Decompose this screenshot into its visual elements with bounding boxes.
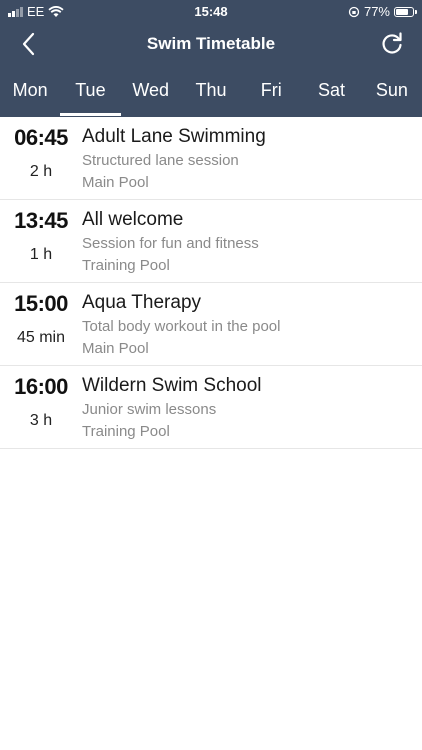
session-info: Adult Lane Swimming Structured lane sess… xyxy=(82,117,422,199)
tab-wed[interactable]: Wed xyxy=(121,66,181,116)
session-duration: 45 min xyxy=(16,329,66,346)
session-pool: Training Pool xyxy=(82,257,170,274)
session-info: All welcome Session for fun and fitness … xyxy=(82,200,422,282)
tab-fri[interactable]: Fri xyxy=(241,66,301,116)
session-row[interactable]: 16:00 3 h Wildern Swim School Junior swi… xyxy=(0,366,422,449)
session-description: Total body workout in the pool xyxy=(82,318,281,335)
tab-sun[interactable]: Sun xyxy=(362,66,422,116)
session-time: 13:45 xyxy=(14,208,68,233)
tab-thu[interactable]: Thu xyxy=(181,66,241,116)
session-description: Structured lane session xyxy=(82,152,239,169)
session-info: Wildern Swim School Junior swim lessons … xyxy=(82,366,422,448)
session-description: Junior swim lessons xyxy=(82,401,217,418)
session-name: Adult Lane Swimming xyxy=(82,126,266,147)
battery-icon xyxy=(394,6,417,17)
page-title: Swim Timetable xyxy=(146,34,276,53)
session-info: Aqua Therapy Total body workout in the p… xyxy=(82,283,422,365)
session-time: 06:45 xyxy=(14,125,68,150)
session-pool: Main Pool xyxy=(82,174,149,191)
status-right: 77% xyxy=(348,4,417,19)
session-time: 16:00 xyxy=(14,374,68,399)
session-time-column: 06:45 2 h xyxy=(0,117,82,199)
session-time: 15:00 xyxy=(14,291,68,316)
session-description: Session for fun and fitness xyxy=(82,235,259,252)
session-pool: Main Pool xyxy=(82,340,149,357)
session-row[interactable]: 13:45 1 h All welcome Session for fun an… xyxy=(0,200,422,283)
session-row[interactable]: 06:45 2 h Adult Lane Swimming Structured… xyxy=(0,117,422,200)
session-row[interactable]: 15:00 45 min Aqua Therapy Total body wor… xyxy=(0,283,422,366)
tab-tue[interactable]: Tue xyxy=(60,66,121,116)
session-list: 06:45 2 h Adult Lane Swimming Structured… xyxy=(0,117,422,449)
status-bar: EE 15:48 77% xyxy=(0,0,422,22)
session-time-column: 16:00 3 h xyxy=(0,366,82,448)
battery-percent: 77% xyxy=(363,4,390,19)
session-time-column: 15:00 45 min xyxy=(0,283,82,365)
app-header: EE 15:48 77% Swim Timetable Mon Tue Wed … xyxy=(0,0,422,117)
nav-bar: Swim Timetable xyxy=(0,22,422,66)
refresh-button[interactable] xyxy=(378,30,406,58)
tab-sat[interactable]: Sat xyxy=(301,66,361,116)
orientation-lock-icon xyxy=(348,6,360,17)
session-pool: Training Pool xyxy=(82,423,170,440)
session-duration: 1 h xyxy=(29,246,53,263)
session-name: All welcome xyxy=(82,209,184,230)
refresh-icon xyxy=(382,32,402,54)
day-tabs: Mon Tue Wed Thu Fri Sat Sun xyxy=(0,66,422,116)
session-name: Wildern Swim School xyxy=(82,375,262,396)
session-name: Aqua Therapy xyxy=(82,292,202,313)
session-duration: 3 h xyxy=(29,412,53,429)
tab-mon[interactable]: Mon xyxy=(0,66,60,116)
session-time-column: 13:45 1 h xyxy=(0,200,82,282)
session-duration: 2 h xyxy=(29,163,53,180)
